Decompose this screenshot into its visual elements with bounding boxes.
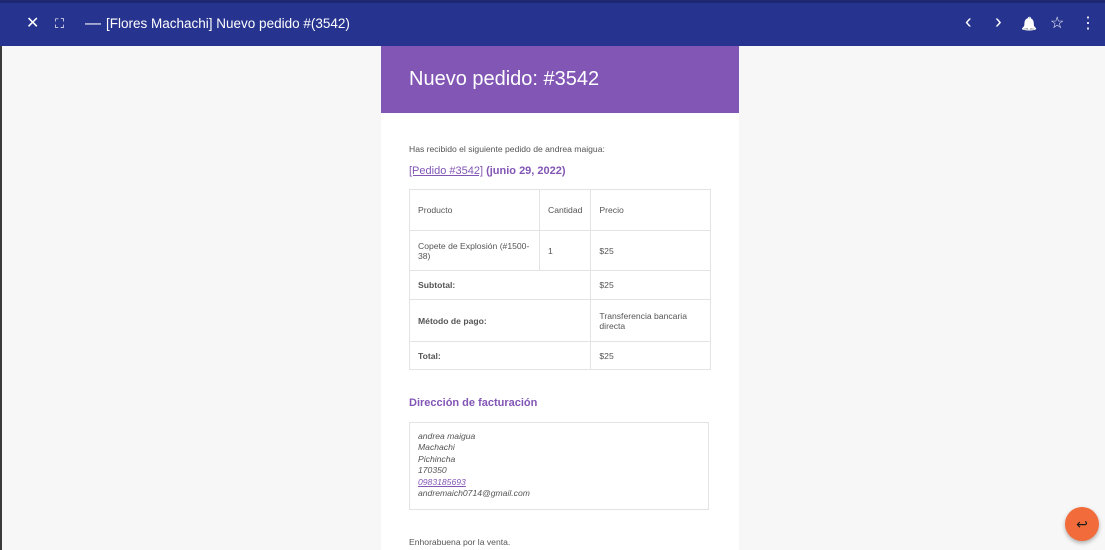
- item-price: $25: [590, 230, 711, 271]
- order-table: Producto Cantidad Precio Copete de Explo…: [408, 189, 711, 370]
- item-product: Copete de Explosión (#1500-38): [409, 230, 540, 271]
- closing-text: Enhorabuena por la venta.: [409, 537, 511, 547]
- table-row: Copete de Explosión (#1500-38) 1 $25: [409, 230, 711, 271]
- payment-value: Transferencia bancaria directa: [590, 299, 711, 342]
- billing-province: Pichincha: [418, 453, 456, 464]
- billing-name: andrea maigua: [418, 431, 476, 441]
- window-title: [Flores Machachi] Nuevo pedido #(3542): [106, 16, 350, 31]
- bell-icon[interactable]: 🔔: [1021, 13, 1037, 35]
- billing-email: andremaich0714@gmail.com: [418, 488, 530, 499]
- column-header-quantity: Cantidad: [538, 189, 592, 231]
- column-header-product: Producto: [409, 189, 540, 231]
- item-quantity: 1: [538, 230, 592, 271]
- billing-address: andrea maigua Machachi Pichincha 170350 …: [409, 422, 709, 510]
- subtotal-label: Subtotal:: [408, 270, 592, 300]
- billing-title: Dirección de facturación: [409, 397, 538, 409]
- order-link[interactable]: [Pedido #3542]: [409, 165, 483, 177]
- billing-zip: 170350: [418, 465, 447, 476]
- intro-text: Has recibido el siguiente pedido de andr…: [409, 144, 605, 154]
- viewer-toolbar: ✕ ⛶ — [Flores Machachi] Nuevo pedido #(3…: [0, 0, 1105, 46]
- reply-icon: ↩: [1076, 516, 1088, 532]
- previous-icon[interactable]: ‹: [965, 11, 972, 33]
- star-icon[interactable]: ☆: [1050, 13, 1064, 35]
- billing-phone-link[interactable]: 0983185693: [418, 477, 700, 488]
- billing-city: Machachi: [418, 442, 455, 453]
- reply-button[interactable]: ↩: [1065, 507, 1099, 541]
- email-body: Nuevo pedido: #3542 Has recibido el sigu…: [381, 46, 739, 550]
- more-icon[interactable]: ⋮: [1080, 13, 1096, 35]
- window-left-edge: [0, 46, 2, 550]
- subtotal-value: $25: [590, 270, 711, 300]
- total-value: $25: [590, 341, 711, 370]
- next-icon[interactable]: ›: [995, 11, 1002, 33]
- order-date: (junio 29, 2022): [486, 165, 566, 177]
- email-header: Nuevo pedido: #3542: [381, 46, 739, 113]
- column-header-price: Precio: [590, 189, 711, 231]
- close-icon[interactable]: ✕: [26, 13, 39, 35]
- fullscreen-icon[interactable]: ⛶: [55, 13, 64, 35]
- total-label: Total:: [408, 341, 592, 370]
- email-title: Nuevo pedido: #3542: [409, 68, 600, 90]
- total-row: Total: $25: [408, 341, 711, 370]
- minimize-icon[interactable]: —: [85, 13, 101, 35]
- payment-label: Método de pago:: [408, 299, 592, 342]
- order-heading: [Pedido #3542] (junio 29, 2022): [409, 165, 566, 177]
- payment-row: Método de pago: Transferencia bancaria d…: [408, 299, 711, 342]
- subtotal-row: Subtotal: $25: [408, 270, 711, 300]
